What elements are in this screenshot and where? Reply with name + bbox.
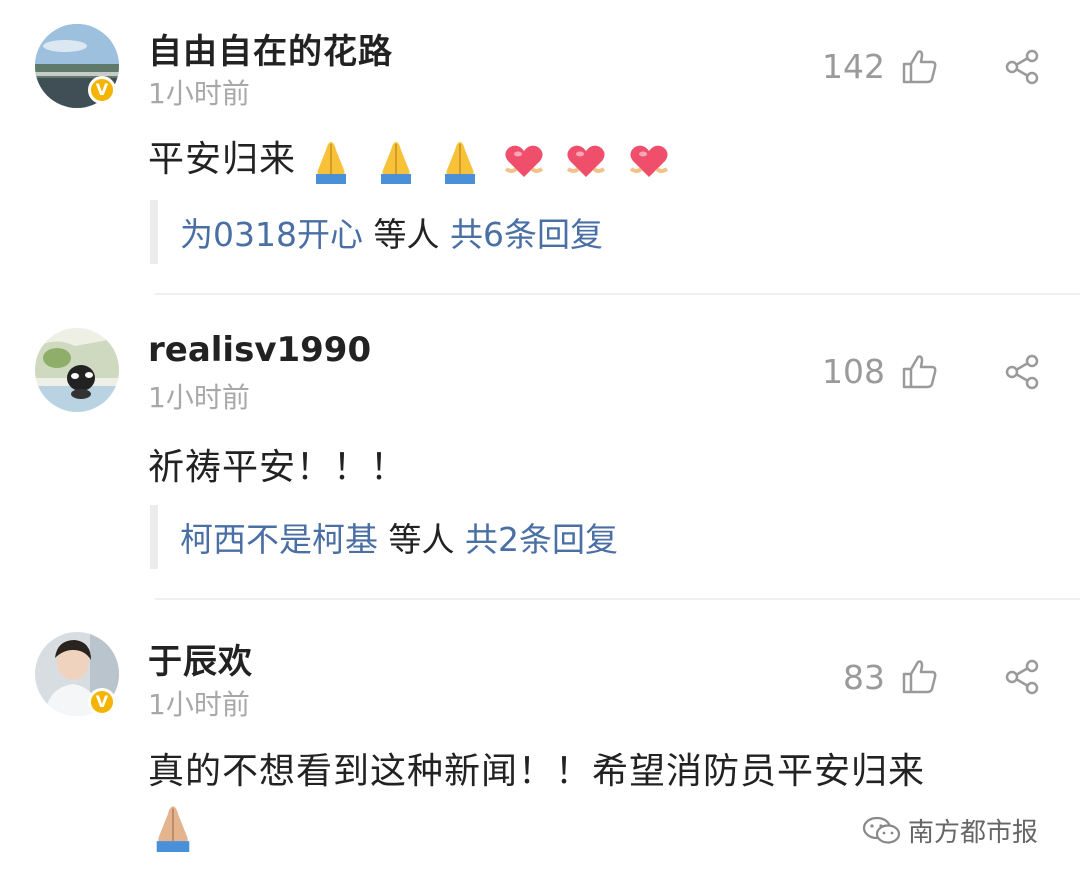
emoji-row bbox=[308, 138, 676, 184]
thumbs-up-icon[interactable] bbox=[900, 48, 938, 86]
wechat-icon bbox=[862, 816, 901, 844]
watermark: 南方都市报 bbox=[862, 812, 1038, 849]
reply-user-link[interactable]: 为0318开心 bbox=[180, 215, 363, 254]
like-count: 142 bbox=[822, 47, 885, 86]
reply-middle-text: 等人 bbox=[388, 520, 455, 559]
folded-hands-icon bbox=[445, 142, 476, 184]
watermark-text: 南方都市报 bbox=[908, 818, 1039, 848]
reply-count-link[interactable]: 共2条回复 bbox=[465, 520, 618, 559]
username[interactable]: realisv1990 bbox=[148, 330, 371, 370]
reply-count-link[interactable]: 共6条回复 bbox=[450, 215, 603, 254]
reply-user-link[interactable]: 柯西不是柯基 bbox=[180, 520, 378, 559]
heart-hands-icon bbox=[567, 145, 606, 177]
reply-text: 为0318开心 等人 共6条回复 bbox=[180, 208, 603, 256]
like-count: 83 bbox=[843, 658, 885, 697]
heart-hands-icon bbox=[504, 145, 543, 177]
timestamp: 1小时前 bbox=[148, 688, 250, 721]
comment-text: 真的不想看到这种新闻！！希望消防员平安归来 bbox=[148, 751, 926, 792]
reply-bar bbox=[150, 200, 158, 264]
username[interactable]: 自由自在的花路 bbox=[148, 24, 393, 73]
heart-hands-icon bbox=[629, 145, 668, 177]
folded-hands-light-icon bbox=[156, 806, 190, 852]
divider bbox=[155, 598, 1080, 600]
avatar[interactable] bbox=[35, 328, 119, 412]
share-icon[interactable] bbox=[1003, 353, 1041, 391]
verified-badge-icon: V bbox=[88, 76, 116, 104]
timestamp: 1小时前 bbox=[148, 77, 250, 110]
divider bbox=[155, 293, 1080, 295]
reply-text: 柯西不是柯基 等人 共2条回复 bbox=[180, 513, 618, 561]
reply-bar bbox=[150, 505, 158, 569]
username[interactable]: 于辰欢 bbox=[148, 634, 253, 683]
comment-text-content: 平安归来 bbox=[148, 139, 297, 180]
thumbs-up-icon[interactable] bbox=[900, 353, 938, 391]
reply-middle-text: 等人 bbox=[373, 215, 440, 254]
timestamp: 1小时前 bbox=[148, 381, 250, 414]
share-icon[interactable] bbox=[1003, 658, 1041, 696]
verified-badge-icon: V bbox=[88, 688, 116, 716]
share-icon[interactable] bbox=[1003, 48, 1041, 86]
comment-text: 祈祷平安！！！ bbox=[148, 447, 408, 488]
comment-text: 平安归来 bbox=[148, 130, 677, 184]
thumbs-up-icon[interactable] bbox=[900, 658, 938, 696]
folded-hands-icon bbox=[380, 142, 411, 184]
folded-hands-icon bbox=[316, 142, 347, 184]
like-count: 108 bbox=[822, 352, 885, 391]
